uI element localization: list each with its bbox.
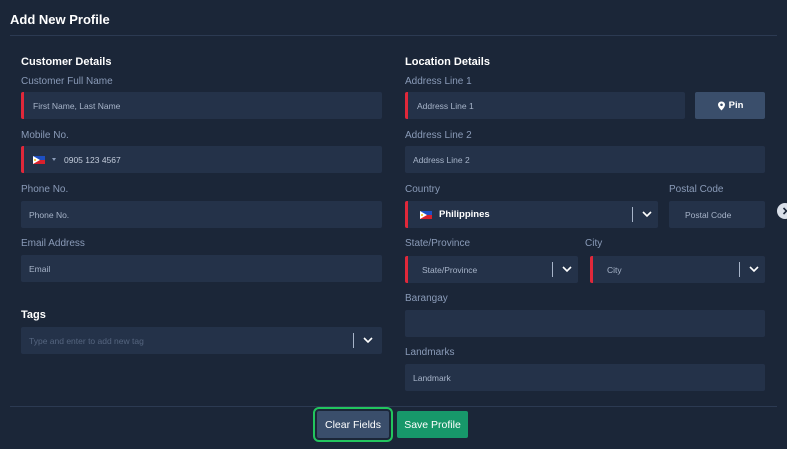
pin-button-label: Pin (728, 100, 744, 111)
clear-fields-button[interactable]: Clear Fields (313, 407, 393, 442)
philippines-flag-icon (420, 210, 432, 219)
chevron-down-icon[interactable] (641, 208, 653, 220)
tags-placeholder: Type and enter to add new tag (29, 335, 144, 346)
full-name-placeholder: First Name, Last Name (33, 100, 121, 111)
phone-placeholder: Phone No. (29, 209, 70, 220)
postal-label: Postal Code (669, 184, 724, 195)
phone-label: Phone No. (21, 184, 69, 195)
mobile-field[interactable]: 0905 123 4567 (21, 146, 382, 173)
footer-divider (10, 406, 777, 407)
save-profile-button[interactable]: Save Profile (397, 411, 468, 438)
tags-separator (353, 333, 354, 348)
location-details-heading: Location Details (405, 56, 490, 68)
address1-field[interactable]: Address Line 1 (405, 92, 685, 119)
chevron-right-icon[interactable] (777, 203, 787, 219)
page-title: Add New Profile (10, 12, 110, 27)
postal-field[interactable]: Postal Code (669, 201, 765, 228)
address1-label: Address Line 1 (405, 76, 472, 87)
state-placeholder: State/Province (422, 264, 478, 275)
postal-placeholder: Postal Code (685, 209, 732, 220)
city-placeholder: City (607, 264, 622, 275)
side-arrow-glyph (782, 207, 787, 215)
philippines-flag-icon[interactable] (33, 155, 45, 164)
tags-input[interactable]: Type and enter to add new tag (21, 327, 382, 354)
pin-button[interactable]: Pin (695, 92, 765, 119)
city-select[interactable]: City (590, 256, 765, 283)
customer-details-heading: Customer Details (21, 56, 112, 68)
barangay-label: Barangay (405, 293, 448, 304)
country-select[interactable]: Philippines (405, 201, 658, 228)
address2-placeholder: Address Line 2 (413, 154, 470, 165)
landmarks-field[interactable]: Landmark (405, 364, 765, 391)
address2-label: Address Line 2 (405, 130, 472, 141)
landmarks-placeholder: Landmark (413, 372, 451, 383)
country-value: Philippines (439, 209, 490, 220)
mobile-value: 0905 123 4567 (64, 154, 121, 165)
phone-field[interactable]: Phone No. (21, 201, 382, 228)
map-pin-icon (717, 101, 725, 110)
city-label: City (585, 238, 603, 249)
country-label: Country (405, 184, 441, 195)
chevron-down-icon[interactable] (748, 263, 760, 275)
email-placeholder: Email (29, 263, 51, 274)
chevron-down-icon[interactable] (561, 263, 573, 275)
address1-placeholder: Address Line 1 (417, 100, 474, 111)
email-field[interactable]: Email (21, 255, 382, 282)
full-name-field[interactable]: First Name, Last Name (21, 92, 382, 119)
barangay-field[interactable] (405, 310, 765, 337)
email-label: Email Address (21, 238, 85, 249)
mobile-label: Mobile No. (21, 130, 69, 141)
tags-heading: Tags (21, 309, 46, 321)
address2-field[interactable]: Address Line 2 (405, 146, 765, 173)
state-select[interactable]: State/Province (405, 256, 578, 283)
chevron-down-icon[interactable] (362, 334, 374, 346)
city-separator (739, 262, 740, 277)
landmarks-label: Landmarks (405, 347, 455, 358)
country-code-caret-icon[interactable] (52, 158, 56, 161)
header-divider (10, 35, 777, 36)
full-name-label: Customer Full Name (21, 76, 113, 87)
country-separator (632, 207, 633, 222)
state-label: State/Province (405, 238, 471, 249)
state-separator (552, 262, 553, 277)
